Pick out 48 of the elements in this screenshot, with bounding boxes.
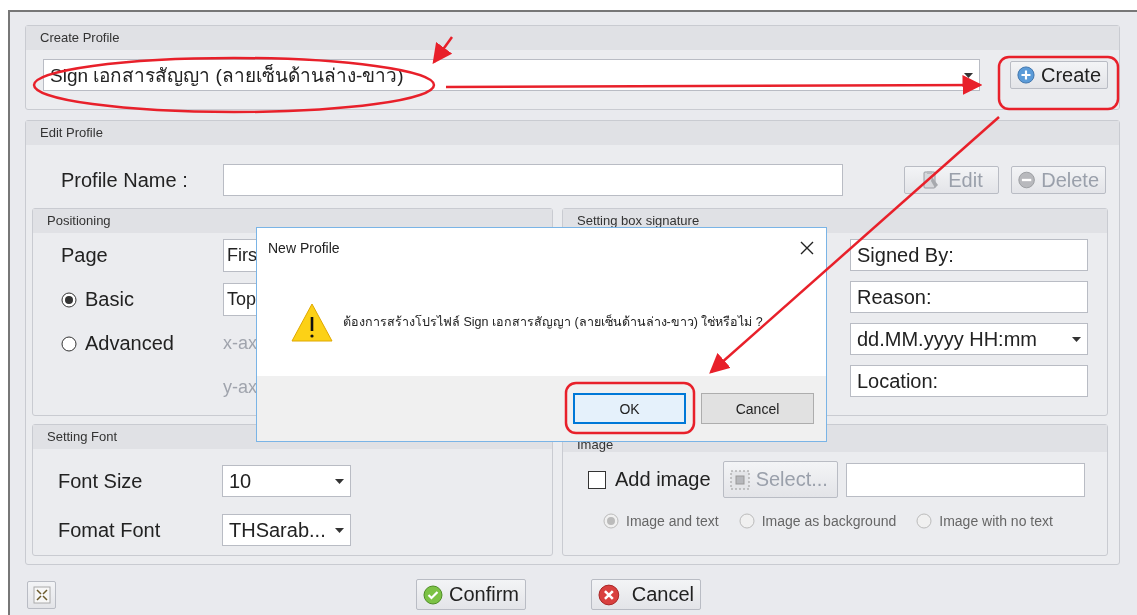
warning-icon xyxy=(291,301,333,343)
text-field[interactable]: Reason: xyxy=(850,281,1088,313)
font-dropdown[interactable]: THSarab... xyxy=(222,514,351,546)
field-label: Fomat Font xyxy=(58,518,162,542)
check-circle-icon xyxy=(423,584,443,605)
checkbox-label: Add image xyxy=(615,468,711,491)
font-dropdown[interactable]: 10 xyxy=(222,465,351,497)
date-format-dropdown[interactable]: dd.MM.yyyy HH:mm xyxy=(850,323,1088,355)
dialog-title: New Profile xyxy=(268,240,340,256)
caret-icon xyxy=(964,72,973,78)
text-field[interactable]: Signed By: xyxy=(850,239,1088,271)
group-title: Setting box signature xyxy=(577,212,700,230)
close-icon[interactable] xyxy=(800,241,814,255)
group-title: Create Profile xyxy=(40,29,120,47)
dialog-message: ต้องการสร้างโปรไฟล์ Sign เอกสารสัญญา (ลายเซ็นด้านล่าง-ขาว) ใช่หรือไม่ ? xyxy=(343,313,763,331)
plus-circle-icon xyxy=(1017,65,1035,85)
radio-button[interactable] xyxy=(61,335,77,352)
collapse-button[interactable] xyxy=(27,580,56,609)
dialog-button[interactable]: Cancel xyxy=(701,393,814,424)
group-title: Positioning xyxy=(47,212,111,230)
axis-label: y-ax xyxy=(223,377,258,398)
field-label: Page xyxy=(61,244,109,267)
minus-circle-icon xyxy=(1018,169,1036,191)
axis-label: x-ax xyxy=(223,333,258,354)
group-title: Image xyxy=(577,438,614,452)
caret-icon xyxy=(335,527,344,533)
arrows-inward-icon xyxy=(32,585,51,604)
image-frame-icon xyxy=(729,469,750,490)
image-path-field[interactable] xyxy=(845,462,1085,497)
caret-icon xyxy=(1072,336,1081,342)
dialog-button[interactable]: OK xyxy=(573,393,686,424)
confirm-button[interactable]: Confirm xyxy=(416,579,526,610)
profile-dropdown[interactable]: Sign เอกสารสัญญา (ลายเซ็นด้านล่าง-ขาว) xyxy=(43,59,980,91)
text-field[interactable]: Location: xyxy=(850,365,1088,397)
cancel-button[interactable]: Cancel xyxy=(591,579,701,610)
create-button[interactable]: Create xyxy=(1010,61,1108,89)
checkbox[interactable] xyxy=(588,470,606,489)
radio-option[interactable]: Basic xyxy=(61,288,223,311)
radio-button[interactable] xyxy=(61,291,77,308)
group-title: Setting Font xyxy=(47,428,118,446)
arrow xyxy=(432,36,453,65)
caret-icon xyxy=(335,478,344,484)
profile-name-field[interactable] xyxy=(223,164,843,196)
field-label: Profile Name : xyxy=(61,168,189,192)
field-label: Font Size xyxy=(58,469,144,493)
group-title: Edit Profile xyxy=(40,124,103,142)
x-circle-icon xyxy=(598,583,620,606)
radio-option[interactable]: Advanced xyxy=(61,332,223,355)
